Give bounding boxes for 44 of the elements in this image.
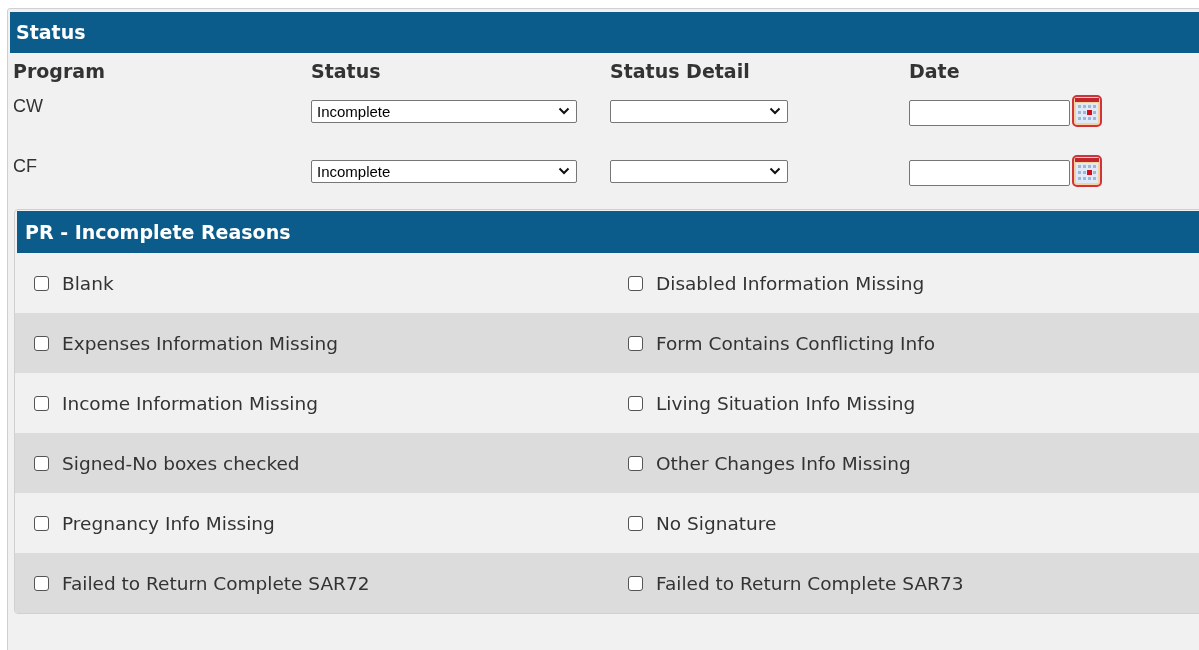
checkbox[interactable]	[34, 395, 49, 411]
checkbox[interactable]	[34, 275, 49, 291]
checkbox[interactable]	[628, 515, 643, 531]
checkbox[interactable]	[628, 275, 643, 291]
checkbox-label: Failed to Return Complete SAR72	[62, 572, 370, 594]
status-detail-dropdown[interactable]	[610, 159, 788, 183]
status-dropdown[interactable]: Incomplete	[311, 99, 577, 123]
checkbox[interactable]	[34, 335, 49, 351]
checkbox-label: Form Contains Conflicting Info	[656, 332, 936, 354]
checkbox-label: Income Information Missing	[62, 392, 318, 414]
checkbox-label: Expenses Information Missing	[62, 332, 338, 354]
checkbox[interactable]	[628, 335, 643, 351]
column-header: Status Detail	[610, 60, 750, 82]
calendar-icon[interactable]	[1072, 155, 1102, 187]
checkbox[interactable]	[34, 575, 49, 591]
checkbox[interactable]	[628, 575, 643, 591]
date-field[interactable]	[909, 100, 1070, 126]
checkbox-label: Signed-No boxes checked	[62, 452, 300, 474]
section-title: Status	[16, 20, 86, 43]
column-header: Program	[13, 60, 105, 82]
calendar-icon[interactable]	[1072, 95, 1102, 127]
chevron-icon	[558, 107, 570, 115]
checkbox[interactable]	[628, 455, 643, 471]
checkbox-label: Living Situation Info Missing	[656, 392, 916, 414]
chevron-icon	[769, 107, 781, 115]
chevron-icon	[769, 167, 781, 175]
status-detail-dropdown[interactable]	[610, 99, 788, 123]
checkbox-label: Disabled Information Missing	[656, 272, 925, 294]
section-title: PR - Incomplete Reasons	[25, 221, 291, 243]
checkbox-label: No Signature	[656, 512, 777, 534]
checkbox-label: Blank	[62, 272, 114, 294]
date-field[interactable]	[909, 160, 1070, 186]
chevron-icon	[558, 167, 570, 175]
checkbox[interactable]	[34, 455, 49, 471]
column-header: Date	[909, 60, 960, 82]
column-header: Status	[311, 60, 381, 82]
checkbox-label: Other Changes Info Missing	[656, 452, 911, 474]
checkbox-label: Pregnancy Info Missing	[62, 512, 275, 534]
checkbox[interactable]	[34, 515, 49, 531]
program-label: CW	[13, 95, 43, 117]
status-dropdown[interactable]: Incomplete	[311, 159, 577, 183]
checkbox-label: Failed to Return Complete SAR73	[656, 572, 964, 594]
checkbox[interactable]	[628, 395, 643, 411]
program-label: CF	[13, 155, 37, 177]
